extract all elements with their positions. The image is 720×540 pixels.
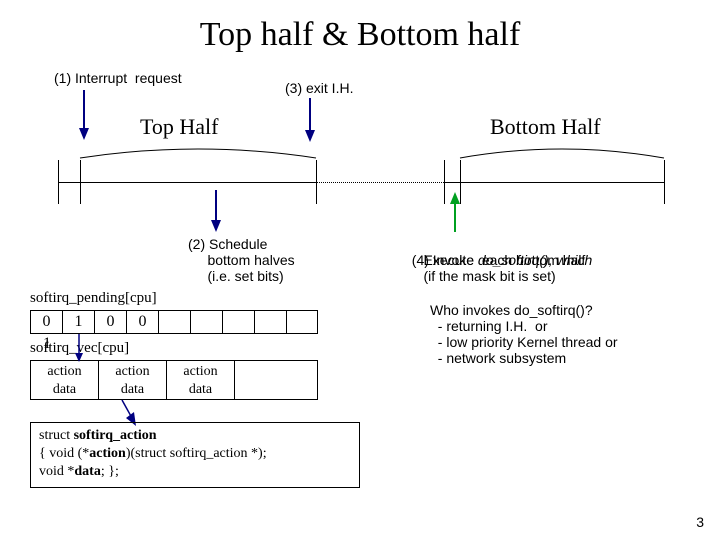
label-2-line3: (i.e. set bits) [188,268,284,284]
tick-2 [316,160,317,204]
label-2-line1: (2) Schedule [188,236,267,252]
bit-5 [191,311,223,333]
arrow-1-down-icon [78,90,90,140]
softirq-vec-box: actiondata actiondata actiondata [30,360,318,400]
page-number: 3 [696,514,704,530]
vec-cell-0: actiondata [31,361,99,399]
heading-top-half: Top Half [140,114,219,140]
bit-1: 1 [63,311,95,333]
who-line3: - low priority Kernel thread or [430,334,618,350]
arrow-bit-to-vec-icon [72,334,86,362]
label-4-line2: Execute each bottom half [404,252,585,268]
struct-softirq-action-box: struct softirq_action { void (*action)(s… [30,422,360,488]
bit-4 [159,311,191,333]
tick-3 [444,160,445,204]
label-2-line2: bottom halves [188,252,295,268]
arrow-4-up-icon [448,192,462,232]
slide-title: Top half & Bottom half [0,16,720,54]
who-line4: - network subsystem [430,350,566,366]
who-line1: Who invokes do_softirq()? [430,302,593,318]
softirq-pending-label: softirq_pending[cpu] [30,290,157,307]
label-1-interrupt-request: (1) Interrupt request [54,70,182,86]
timeline-solid-right [444,182,664,183]
tick-0 [58,160,59,204]
span-bottom-half-icon [460,146,664,160]
arrow-2-down-icon [210,190,222,232]
timeline-dotted [316,182,444,183]
bit-3: 0 [127,311,159,333]
struct-line3: void *data; }; [39,463,351,481]
tick-5 [664,160,665,204]
softirq-pending-box: 0 1 0 0 1 [30,310,318,334]
vec-cell-2: actiondata [167,361,235,399]
vec-cell-1: actiondata [99,361,167,399]
timeline-solid-left [58,182,316,183]
label-4-line3: (if the mask bit is set) [404,268,556,284]
who-line2: - returning I.H. or [430,318,547,334]
heading-bottom-half: Bottom Half [490,114,601,140]
struct-line2: { void (*action)(struct softirq_action *… [39,445,351,463]
struct-line1: struct softirq_action [39,427,351,445]
bit-7 [255,311,287,333]
arrow-3-down-icon [304,98,316,142]
span-top-half-icon [80,146,316,160]
bit-6 [223,311,255,333]
label-3-exit-ih: (3) exit I.H. [285,80,353,96]
tick-1 [80,160,81,204]
bit-0: 0 [31,311,63,333]
bit-2: 0 [95,311,127,333]
